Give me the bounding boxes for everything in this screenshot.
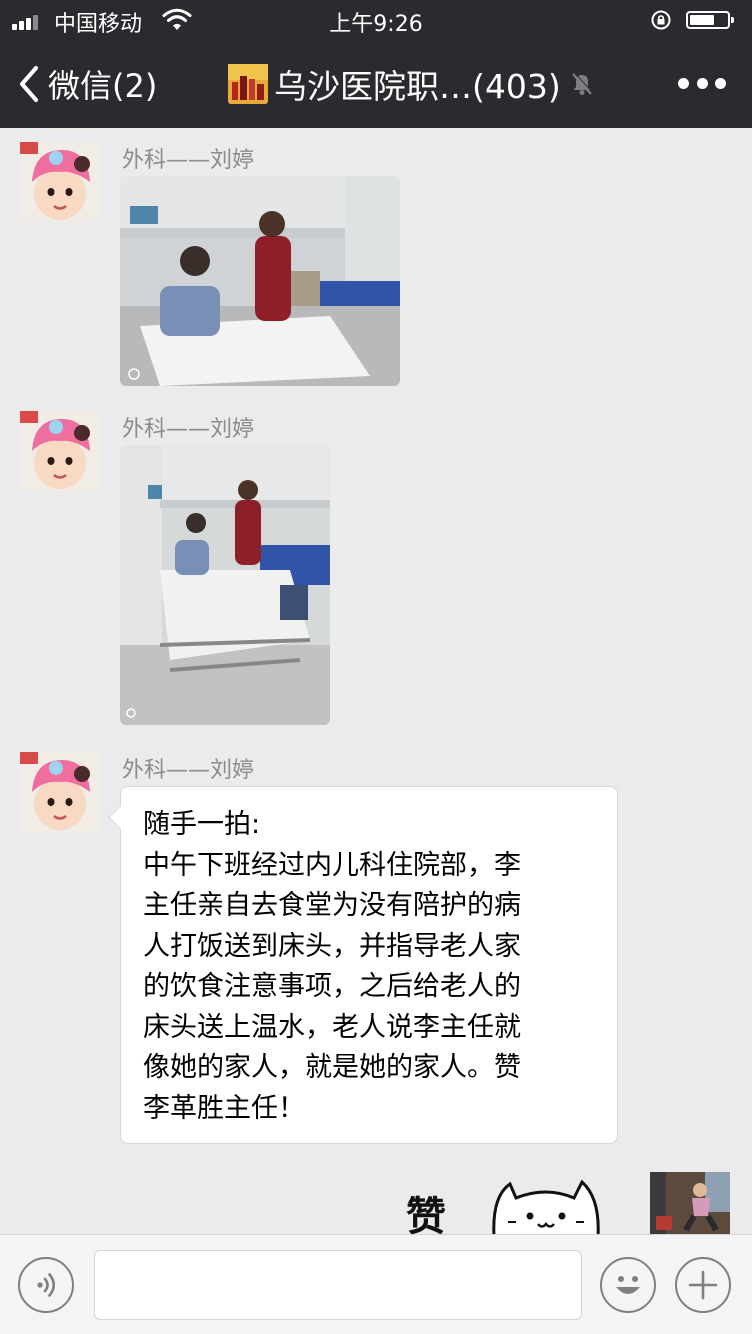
chat-title[interactable]: 乌沙医院职…(403) (228, 60, 595, 108)
message-text-line: 像她的家人，就是她的家人。赞 (143, 1052, 521, 1083)
voice-button[interactable] (18, 1257, 74, 1313)
emoji-icon (616, 1276, 640, 1294)
status-bar: 中国移动 上午9:26 (0, 0, 752, 40)
sender-avatar[interactable] (20, 752, 100, 832)
cat-sticker-icon (492, 1179, 600, 1234)
message-text-line: 床头送上温水，老人说李主任就 (143, 1011, 521, 1043)
message-text-line: 随手一拍: (143, 809, 261, 840)
sticker-message[interactable]: 赞 (400, 1176, 610, 1234)
rotation-lock-icon (651, 10, 671, 30)
message-item: 外科——刘婷 随手一拍: 中午下班经过内儿科住院部，李 主任亲自去食堂为没有陪护… (0, 752, 752, 1147)
emoji-button[interactable] (600, 1257, 656, 1313)
more-button[interactable] (678, 78, 726, 92)
top-bar: 中国移动 上午9:26 微信(2) 乌沙医院职…(403) (0, 0, 752, 128)
sender-avatar[interactable] (20, 142, 100, 222)
voice-icon (37, 1273, 56, 1297)
back-label: 微信(2) (48, 67, 158, 105)
battery-icon (686, 11, 734, 29)
message-input[interactable] (94, 1250, 582, 1320)
message-text-line: 主任亲自去食堂为没有陪护的病 (143, 890, 521, 921)
message-text-line: 中午下班经过内儿科住院部，李 (143, 849, 521, 881)
group-avatar-icon (228, 64, 268, 104)
more-icon (678, 78, 689, 89)
sticker-text: 赞 (406, 1193, 446, 1234)
sender-name: 外科——刘婷 (122, 758, 255, 783)
chevron-left-icon (20, 66, 38, 102)
message-bubble[interactable]: 随手一拍: 中午下班经过内儿科住院部，李 主任亲自去食堂为没有陪护的病 人打饭送… (120, 786, 618, 1144)
self-avatar[interactable] (650, 1172, 730, 1234)
chat-title-text: 乌沙医院职…(403) (274, 67, 561, 106)
message-item: 外科——刘婷 (0, 142, 752, 387)
message-text-line: 的饮食注意事项，之后给老人的 (143, 971, 521, 1002)
sender-name: 外科——刘婷 (122, 148, 255, 173)
clock: 上午9:26 (329, 12, 423, 37)
back-button[interactable]: 微信(2) (18, 60, 157, 108)
message-item: 外科——刘婷 (0, 411, 752, 726)
message-text-line: 人打饭送到床头，并指导老人家 (143, 930, 521, 962)
message-photo[interactable] (120, 176, 400, 386)
message-text-line: 李革胜主任！ (143, 1092, 305, 1124)
sender-name: 外科——刘婷 (122, 417, 255, 442)
more-functions-button[interactable] (675, 1257, 731, 1313)
sender-avatar[interactable] (20, 411, 100, 491)
input-bar (0, 1234, 752, 1334)
chat-nav-bar: 微信(2) 乌沙医院职…(403) (0, 40, 752, 128)
plus-icon (688, 1270, 718, 1300)
mute-icon (571, 72, 593, 95)
message-photo[interactable] (120, 445, 330, 725)
